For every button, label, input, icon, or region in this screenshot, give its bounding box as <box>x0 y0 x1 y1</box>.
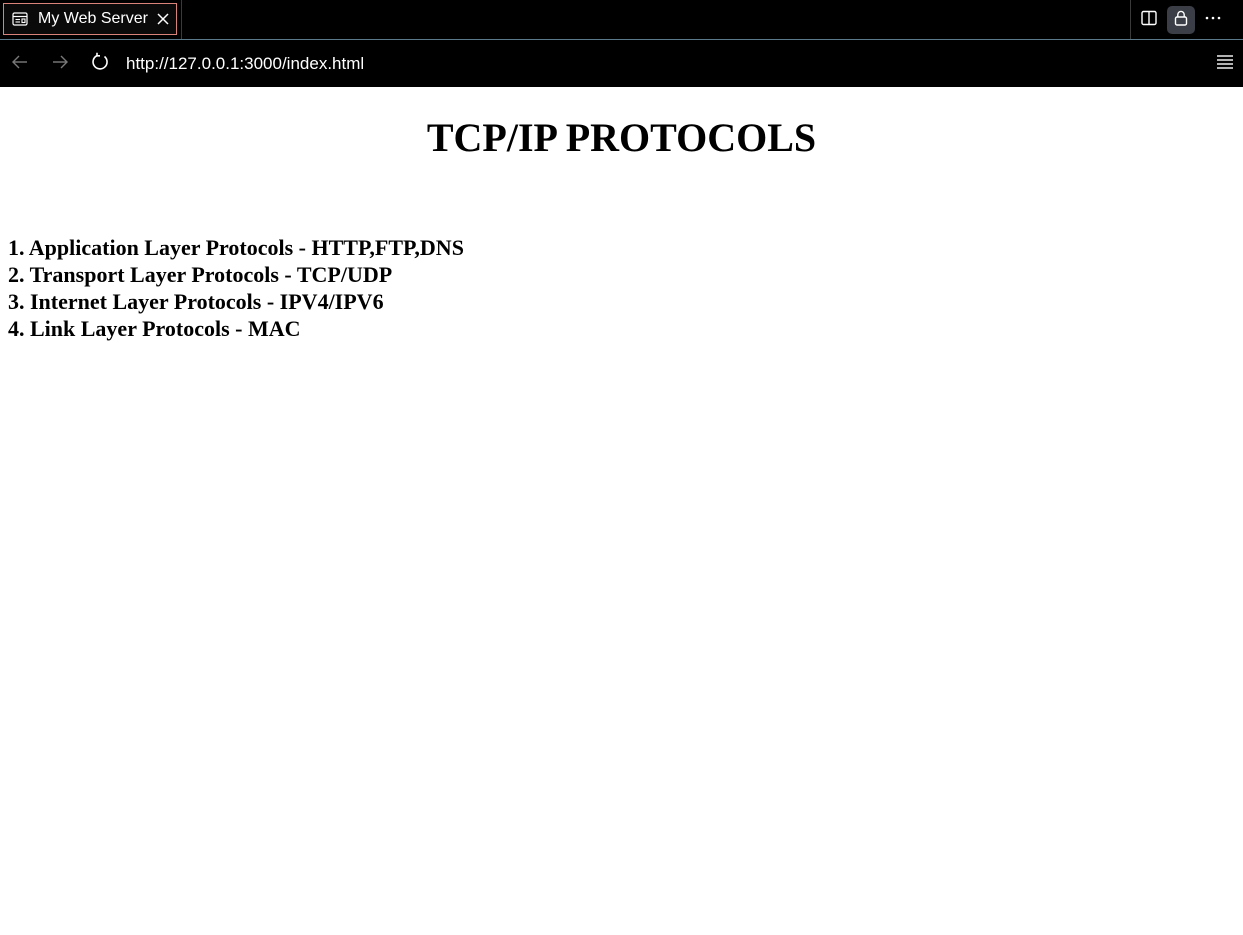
browser-window: My Web Server http://127.0.0.1:3000/inde… <box>0 0 1243 935</box>
page-title: TCP/IP PROTOCOLS <box>426 115 817 160</box>
arrow-left-icon <box>11 53 29 75</box>
list-item: 1. Application Layer Protocols - HTTP,FT… <box>8 235 464 260</box>
hamburger-icon <box>1216 53 1234 75</box>
tab-divider <box>181 0 182 39</box>
page-content: TCP/IP PROTOCOLS 1. Application Layer Pr… <box>0 87 1243 935</box>
more-options-button[interactable] <box>1199 6 1227 34</box>
web-page-icon <box>12 11 28 27</box>
split-view-button[interactable] <box>1135 6 1163 34</box>
list-item: 3. Internet Layer Protocols - IPV4/IPV6 <box>8 289 384 314</box>
arrow-right-icon <box>51 53 69 75</box>
reload-icon <box>90 52 110 76</box>
forward-button[interactable] <box>40 44 80 84</box>
window-controls <box>1130 0 1243 39</box>
tab-title: My Web Server <box>38 10 148 27</box>
split-view-icon <box>1140 9 1158 31</box>
tab-bar: My Web Server <box>0 0 1243 40</box>
ellipsis-icon <box>1204 9 1222 31</box>
tab-my-web-server[interactable]: My Web Server <box>3 3 177 35</box>
page-menu-button[interactable] <box>1213 52 1237 76</box>
navigation-bar: http://127.0.0.1:3000/index.html <box>0 40 1243 87</box>
lock-button[interactable] <box>1167 5 1195 34</box>
protocol-list: 1. Application Layer Protocols - HTTP,FT… <box>8 234 464 342</box>
address-input[interactable]: http://127.0.0.1:3000/index.html <box>126 54 364 74</box>
list-item: 4. Link Layer Protocols - MAC <box>8 316 301 341</box>
reload-button[interactable] <box>80 44 120 84</box>
list-item: 2. Transport Layer Protocols - TCP/UDP <box>8 262 393 287</box>
close-icon[interactable] <box>155 11 171 27</box>
back-button[interactable] <box>0 44 40 84</box>
lock-icon <box>1172 9 1190 31</box>
